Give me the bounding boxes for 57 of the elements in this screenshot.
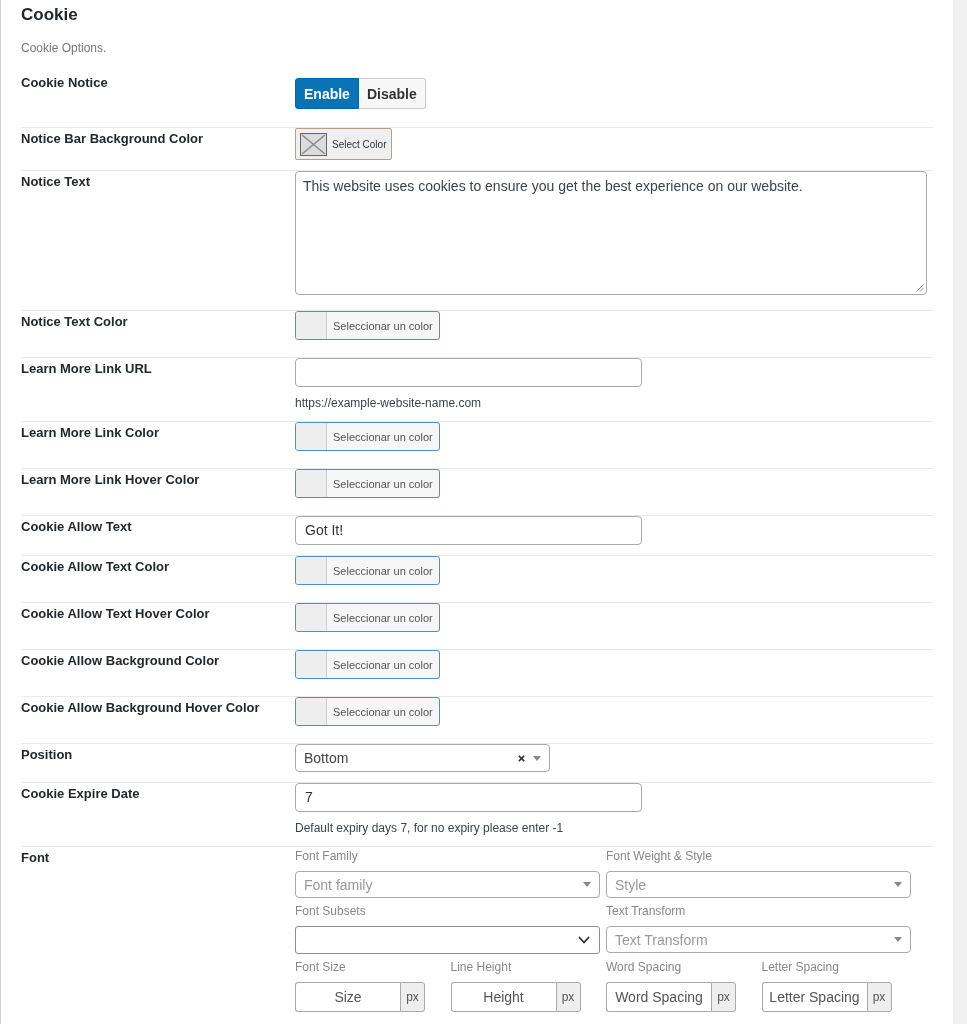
field-caption: Font Family: [295, 848, 359, 865]
unit-label: px: [400, 982, 425, 1012]
field-hint: https://example-website-name.com: [295, 395, 483, 411]
caret-icon: [894, 937, 902, 942]
unit-label: px: [866, 982, 892, 1012]
unit-label: px: [711, 982, 736, 1012]
field-caption: Line Height: [450, 959, 513, 976]
unit-label: px: [555, 982, 581, 1012]
caret-icon: [583, 882, 591, 887]
field-label: Cookie Expire Date: [21, 785, 141, 803]
color-picker-button[interactable]: Seleccionar un color: [295, 311, 440, 340]
text-field[interactable]: [295, 358, 642, 387]
text-field[interactable]: 7: [295, 783, 642, 812]
text-area[interactable]: This website uses cookies to ensure you get the best experience on our website.: [295, 171, 927, 295]
field-label: Notice Text: [21, 173, 92, 191]
toggle-option[interactable]: Disable: [358, 78, 426, 109]
color-picker-button[interactable]: Seleccionar un color: [295, 556, 440, 585]
field-label: Cookie Allow Background Hover Color: [21, 699, 261, 717]
field-label: Learn More Link URL: [21, 360, 153, 378]
dropdown[interactable]: [295, 926, 600, 954]
color-picker-button[interactable]: Seleccionar un color: [295, 697, 440, 726]
field-caption: Font Weight & Style: [606, 848, 713, 865]
field-label: Notice Bar Background Color: [21, 130, 205, 148]
field-caption: Letter Spacing: [761, 959, 840, 976]
field-label: Font: [21, 849, 51, 867]
color-picker-button[interactable]: Seleccionar un color: [295, 603, 440, 632]
section-description: Cookie Options.: [21, 40, 108, 56]
field-label: Learn More Link Hover Color: [21, 471, 201, 489]
color-picker-button[interactable]: Seleccionar un color: [295, 469, 440, 498]
resize-grip-icon[interactable]: [916, 284, 924, 292]
field-hint: Default expiry days 7, for no expiry please enter -1: [295, 820, 565, 836]
field-label: Notice Text Color: [21, 313, 129, 331]
text-field[interactable]: Got It!: [295, 516, 642, 545]
field-label: Cookie Allow Text Hover Color: [21, 605, 211, 623]
select-color-button[interactable]: Select Color: [295, 128, 393, 160]
field-label: Cookie Allow Background Color: [21, 652, 221, 670]
field-caption: Word Spacing: [606, 959, 683, 976]
color-picker-button[interactable]: Seleccionar un color: [295, 650, 440, 679]
number-field[interactable]: Letter Spacing: [761, 982, 867, 1012]
field-label: Cookie Allow Text Color: [21, 558, 171, 576]
chevron-icon: [578, 936, 590, 944]
field-caption: Font Subsets: [295, 903, 367, 920]
field-label: Cookie Allow Text: [21, 518, 133, 536]
number-field[interactable]: Height: [450, 982, 556, 1012]
field-label: Position: [21, 746, 74, 764]
field-label: Learn More Link Color: [21, 424, 160, 442]
no-color-icon: [300, 132, 327, 156]
section-title: Cookie: [21, 5, 79, 25]
field-caption: Text Transform: [606, 903, 687, 920]
field-label: Cookie Notice: [21, 74, 109, 92]
toggle-option[interactable]: Enable: [295, 78, 359, 109]
caret-icon: [894, 882, 902, 887]
dropdown[interactable]: Bottom: [295, 744, 550, 772]
color-picker-button[interactable]: Seleccionar un color: [295, 422, 440, 451]
field-caption: Font Size: [295, 959, 347, 976]
caret-icon: [533, 755, 541, 761]
clear-icon[interactable]: [518, 754, 525, 762]
